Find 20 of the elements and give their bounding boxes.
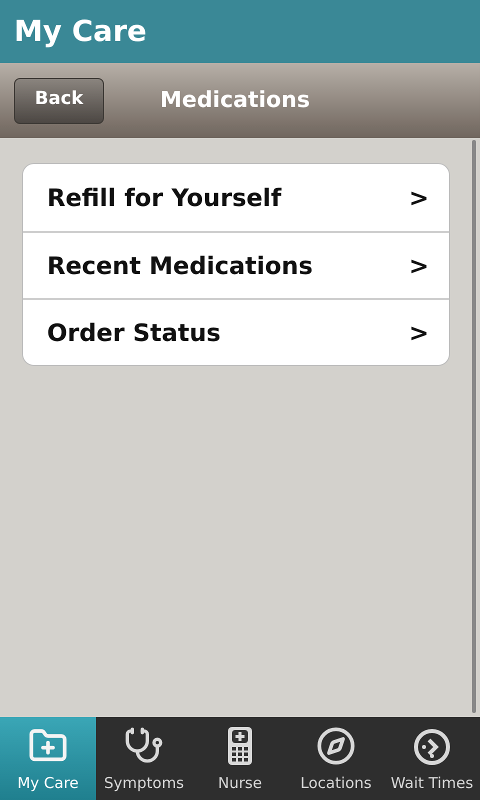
compass-icon <box>316 726 356 766</box>
tab[interactable]: Wait Times <box>384 717 480 800</box>
page-title: Medications <box>160 87 310 115</box>
chevron: > <box>408 250 429 282</box>
tab[interactable]: Nurse <box>192 717 288 800</box>
back-button[interactable]: Back <box>14 78 104 124</box>
chevron: > <box>408 182 429 214</box>
chevron: > <box>408 318 429 348</box>
tab[interactable]: Locations <box>288 717 384 800</box>
menu-item-label: Recent Medications <box>47 250 313 282</box>
menu-item[interactable]: Recent Medications > <box>23 231 449 298</box>
menu-item-label: Order Status <box>47 318 221 348</box>
app-title: My Care <box>14 12 147 50</box>
tab[interactable]: My Care <box>0 717 96 800</box>
menu-item-label: Refill for Yourself <box>47 182 282 214</box>
keypad-phone-icon <box>227 726 253 766</box>
menu-item[interactable]: Order Status > <box>23 298 449 365</box>
tab[interactable]: Symptoms <box>96 717 192 800</box>
stethoscope-icon <box>124 726 164 766</box>
menu-item[interactable]: Refill for Yourself > <box>23 164 449 231</box>
